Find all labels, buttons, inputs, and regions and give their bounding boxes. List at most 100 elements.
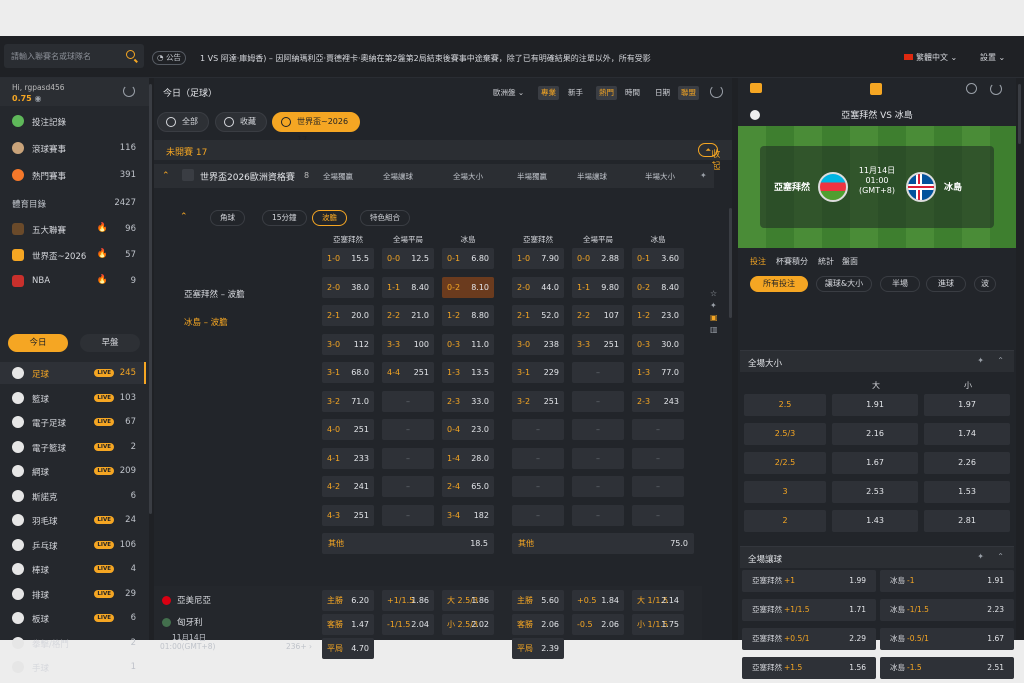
filter-league[interactable]: 聯盟 (678, 86, 699, 100)
odds-cell[interactable]: 1-2 23.0 (632, 305, 684, 326)
odds-cell[interactable]: 3-3 100 (382, 333, 434, 355)
handicap-cell[interactable]: 冰島 -0.5/1 1.67 (880, 628, 1014, 650)
stats-icon[interactable]: ▥ (710, 324, 720, 336)
odds-cell[interactable]: 1-0 7.90 (512, 248, 564, 269)
tab-corners[interactable]: 角球 (210, 210, 245, 226)
ou-over-odds[interactable]: 2.16 (832, 423, 918, 445)
odds-cell[interactable]: 客勝 1.47 (322, 614, 374, 635)
chevron-up-icon[interactable]: ⌃ (997, 552, 1004, 561)
odds-cell[interactable]: 2-1 20.0 (322, 305, 374, 326)
odds-cell[interactable]: 平局 2.39 (512, 638, 564, 659)
pill-half[interactable]: 半場 (880, 276, 920, 292)
scoreboard-icon[interactable] (870, 83, 882, 95)
odds-cell[interactable]: 大 2.5/3 1.86 (442, 590, 494, 611)
ou-over-odds[interactable]: 1.91 (832, 394, 918, 416)
section-handicap[interactable]: 全場讓球 ✦ ⌃ (740, 546, 1014, 568)
odds-cell[interactable]: 0-0 2.88 (572, 248, 624, 269)
pill-all-bets[interactable]: 所有投注 (750, 276, 808, 292)
sport-item[interactable]: 足球 LIVE 245 (0, 362, 146, 384)
filter-date[interactable]: 日期 (652, 86, 673, 100)
tab-15min[interactable]: 15分鐘 (262, 210, 307, 226)
ou-over-odds[interactable]: 2.53 (832, 481, 918, 503)
sport-item[interactable]: 乒乓球 LIVE 106 (0, 534, 146, 556)
odds-cell[interactable]: 3-2 251 (512, 390, 564, 412)
language-selector[interactable]: 繁體中文 ⌄ (904, 52, 957, 63)
pin-icon[interactable]: ✦ (700, 171, 707, 180)
tab-favorites[interactable]: 收藏 (215, 112, 267, 132)
tv-icon[interactable]: ▣ (710, 312, 720, 324)
section-over-under[interactable]: 全場大小 ✦ ⌃ (740, 350, 1014, 372)
pill-goals[interactable]: 進球 (926, 276, 966, 292)
sport-item[interactable]: 棒球 LIVE 4 (0, 558, 146, 580)
sidebar-item[interactable]: 投注記錄 (0, 110, 146, 132)
odds-cell[interactable]: 2-4 65.0 (442, 476, 494, 497)
odds-cell[interactable]: 0-1 3.60 (632, 248, 684, 269)
sport-item[interactable]: 網球 LIVE 209 (0, 460, 146, 482)
mode-beginner[interactable]: 新手 (565, 86, 586, 100)
chevron-double-up-icon[interactable]: ⌃ (180, 212, 188, 222)
handicap-cell[interactable]: 亞塞拜然 +1.5 1.56 (742, 657, 876, 679)
refresh-icon[interactable] (710, 85, 723, 98)
tab-correct-score[interactable]: 波膽 (312, 210, 347, 226)
odds-cell[interactable]: 0-2 8.10 (442, 276, 494, 298)
odds-cell[interactable]: 0-3 11.0 (442, 333, 494, 355)
odds-cell[interactable]: 0-2 8.40 (632, 276, 684, 298)
sidebar-item[interactable]: 滾球賽事 116 (0, 137, 146, 159)
odds-cell[interactable]: 1-4 28.0 (442, 447, 494, 469)
odds-cell[interactable]: 0-0 12.5 (382, 248, 434, 269)
ou-under-odds[interactable]: 1.97 (924, 394, 1010, 416)
toggle-today[interactable]: 今日 (8, 334, 68, 352)
tab-bets[interactable]: 投注 (750, 256, 766, 267)
sport-item[interactable]: 電子足球 LIVE 67 (0, 411, 146, 433)
ou-over-odds[interactable]: 1.67 (832, 452, 918, 474)
right-scrollbar[interactable] (1018, 84, 1021, 144)
odds-cell[interactable]: 4-2 241 (322, 476, 374, 497)
odds-cell[interactable]: 2-0 44.0 (512, 276, 564, 298)
odds-cell[interactable]: 0-1 6.80 (442, 248, 494, 269)
sidebar-item-featured[interactable]: 世界盃~2026 🔥 57 (0, 244, 146, 266)
handicap-cell[interactable]: 亞塞拜然 +1 1.99 (742, 570, 876, 592)
sidebar-scrollbar[interactable] (149, 84, 152, 514)
odds-cell[interactable]: -1/1.5 2.04 (382, 614, 434, 635)
odds-cell[interactable]: -0.5 2.06 (572, 614, 624, 635)
tab-special[interactable]: 特色組合 (360, 210, 410, 226)
sport-item[interactable]: 排球 LIVE 29 (0, 583, 146, 605)
odds-cell[interactable]: 4-4 251 (382, 362, 434, 383)
odds-cell[interactable]: 3-1 229 (512, 362, 564, 383)
tab-stats[interactable]: 統計 (818, 256, 834, 267)
search-icon[interactable] (126, 50, 135, 59)
odds-cell[interactable]: 1-3 77.0 (632, 362, 684, 383)
tab-standings[interactable]: 杯賽積分 (776, 256, 808, 267)
odds-cell[interactable]: 3-0 112 (322, 333, 374, 355)
odds-cell[interactable]: 3-0 238 (512, 333, 564, 355)
odds-cell[interactable]: 2-3 243 (632, 390, 684, 412)
sort-hot[interactable]: 熱門 (596, 86, 617, 100)
sport-item[interactable]: 斯諾克 6 (0, 485, 146, 507)
collapse-button[interactable]: 收起 ⏶ (698, 143, 720, 172)
odds-cell[interactable]: 4-0 251 (322, 419, 374, 440)
odds-cell[interactable]: 2-3 33.0 (442, 390, 494, 412)
odds-cell[interactable]: 2-0 38.0 (322, 276, 374, 298)
match-armenia-hungary[interactable]: 亞美尼亞 匈牙利 11月14日 01:00(GMT+8) 236+ › 主勝 6.… (154, 586, 702, 659)
odds-cell[interactable]: 主勝 5.60 (512, 590, 564, 611)
odds-format-select[interactable]: 歐洲盤 ⌄ (490, 86, 527, 100)
odds-cell[interactable]: 1-0 15.5 (322, 248, 374, 269)
odds-cell[interactable]: 1-1 9.80 (572, 276, 624, 298)
sport-item[interactable]: 手球 1 (0, 656, 146, 678)
tv-icon[interactable] (750, 83, 762, 93)
odds-cell[interactable]: 4-1 233 (322, 447, 374, 469)
sport-item[interactable]: 板球 LIVE 6 (0, 607, 146, 629)
odds-cell[interactable]: 2-2 21.0 (382, 305, 434, 326)
handicap-cell[interactable]: 亞塞拜然 +1/1.5 1.71 (742, 599, 876, 621)
eye-icon[interactable]: ◉ (35, 94, 42, 103)
more-markets[interactable]: 236+ › (286, 642, 312, 651)
handicap-cell[interactable]: 冰島 -1 1.91 (880, 570, 1014, 592)
odds-cell[interactable]: 小 2.5/3 2.02 (442, 614, 494, 635)
chevron-up-icon[interactable]: ⌃ (997, 356, 1004, 365)
refresh-icon[interactable] (990, 83, 1002, 95)
odds-cell[interactable]: 1-1 8.40 (382, 276, 434, 298)
settings-menu[interactable]: 設置 ⌄ (980, 52, 1005, 63)
odds-cell[interactable]: 主勝 6.20 (322, 590, 374, 611)
search-input[interactable]: 請輸入聯賽名或球隊名 (4, 44, 144, 68)
sport-item[interactable]: 拳擊/格鬥 2 (0, 632, 146, 654)
